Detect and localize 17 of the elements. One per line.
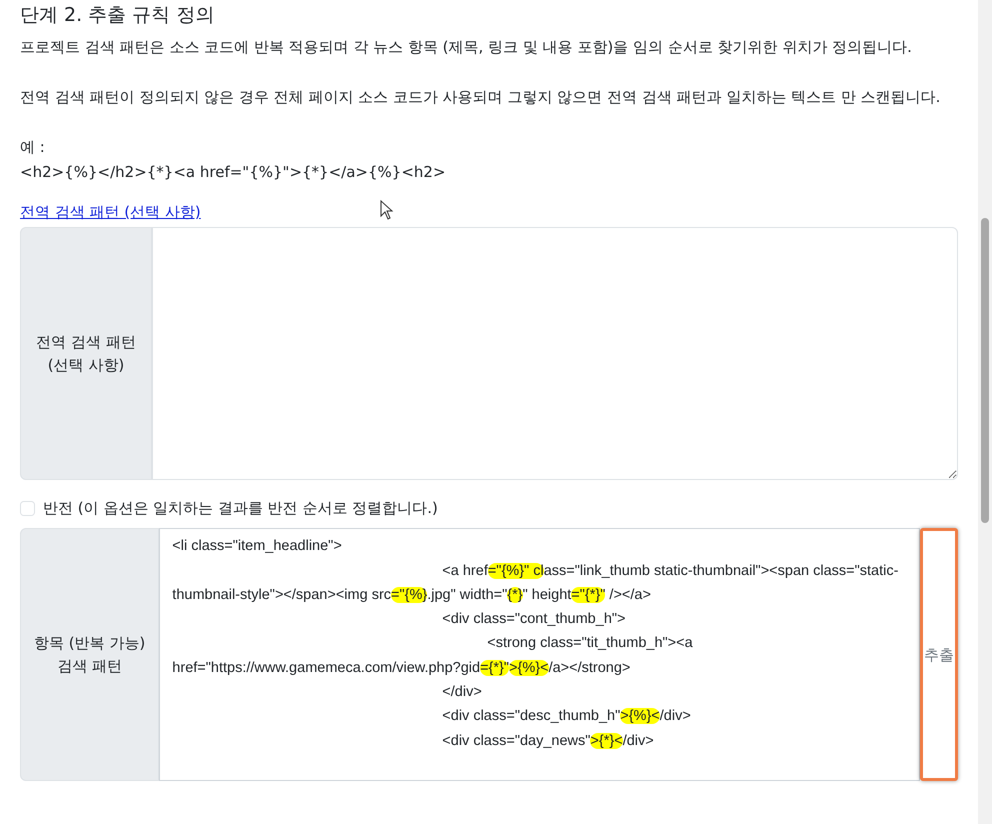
code-line: <a href="{%}" class="link_thumb static-thumbnail"><span class="static-thumbnail-style"></span><img src="{%}.jpg" width="{*}" height="{*}" /></a> xyxy=(172,562,900,605)
extract-button[interactable]: 추출 xyxy=(920,528,958,782)
field-label: 항목 (반복 가능) 검색 패턴 xyxy=(20,528,160,782)
example-label: 예 : xyxy=(20,136,46,158)
code-line: <div class="cont_thumb_h"> xyxy=(441,610,626,630)
section-heading: 단계 2. 추출 규칙 정의 xyxy=(20,4,216,27)
code-line: <li class="item_headline"> xyxy=(172,537,343,556)
code-line: </div> xyxy=(441,683,483,702)
checkbox-label: 반전 (이 옵션은 일치하는 결과를 반전 순서로 정렬합니다.) xyxy=(43,498,438,520)
link[interactable]: 전역 검색 패턴 (선택 사항) xyxy=(20,202,201,221)
code-line: <div class="desc_thumb_h">{%}</div> xyxy=(441,707,692,726)
code-line: <div class="day_news">{*}</div> xyxy=(441,732,655,751)
field-label: 전역 검색 패턴 (선택 사항) xyxy=(20,227,152,480)
description-paragraph: 전역 검색 패턴이 정의되지 않은 경우 전체 페이지 소스 코드가 사용되며 그렇지 않으면 전역 검색 패턴과 일치하는 텍스트 만 스캔됩니다. xyxy=(20,86,942,108)
code-line: <strong class="tit_thumb_h"><a href="https://www.gamemeca.com/view.php?gid={*}">{%}</a></strong> xyxy=(172,634,694,678)
example-code: <h2>{%}</h2>{*}<a href="{%}">{*}</a>{%}<h2> xyxy=(20,162,447,183)
description-paragraph: 프로젝트 검색 패턴은 소스 코드에 반복 적용되며 각 뉴스 항목 (제목, 링크 및 내용 포함)을 임의 순서로 찾기위한 위치가 정의됩니다. xyxy=(20,36,913,58)
